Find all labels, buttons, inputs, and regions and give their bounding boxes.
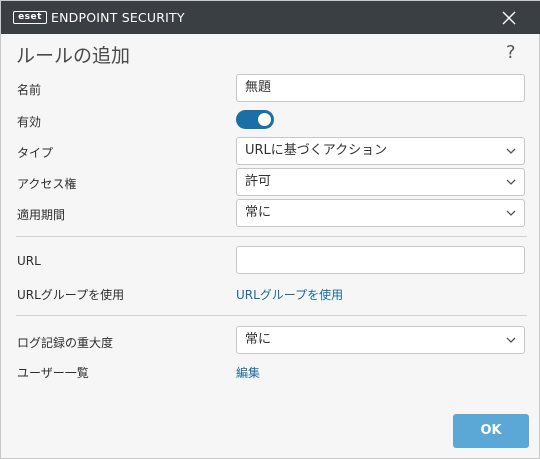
chevron-down-icon xyxy=(506,179,516,185)
enabled-toggle[interactable] xyxy=(236,110,274,129)
url-label: URL xyxy=(17,254,41,268)
log-severity-value: 常に xyxy=(245,332,272,347)
brand-name: ENDPOINT SECURITY xyxy=(51,10,185,25)
chevron-down-icon xyxy=(506,148,516,154)
user-list-edit-link[interactable]: 編集 xyxy=(236,364,260,381)
enabled-label: 有効 xyxy=(17,115,42,129)
type-select[interactable]: URLに基づくアクション xyxy=(236,137,525,165)
log-severity-select[interactable]: 常に xyxy=(236,326,525,354)
close-button[interactable] xyxy=(496,5,522,31)
ok-button[interactable]: OK xyxy=(453,414,529,448)
eset-logo: eset xyxy=(13,11,47,24)
period-select[interactable]: 常に xyxy=(236,199,525,227)
chevron-down-icon xyxy=(506,210,516,216)
period-label: 適用期間 xyxy=(17,208,66,222)
user-list-label: ユーザー一覧 xyxy=(17,366,89,380)
chevron-down-icon xyxy=(506,337,516,343)
type-label: タイプ xyxy=(17,146,54,160)
type-select-value: URLに基づくアクション xyxy=(245,143,388,158)
close-icon xyxy=(502,11,516,25)
name-label: 名前 xyxy=(17,83,42,97)
divider xyxy=(16,236,527,237)
access-label: アクセス権 xyxy=(17,177,77,191)
access-select-value: 許可 xyxy=(245,174,272,189)
divider xyxy=(16,315,527,316)
dialog-window: eset ENDPOINT SECURITY ルールの追加 ? 名前 無題 有効… xyxy=(0,0,540,459)
period-select-value: 常に xyxy=(245,205,272,220)
url-group-link[interactable]: URLグループを使用 xyxy=(236,286,343,303)
url-group-label: URLグループを使用 xyxy=(17,288,125,302)
log-severity-label: ログ記録の重大度 xyxy=(17,336,114,350)
help-icon[interactable]: ? xyxy=(506,42,516,63)
access-select[interactable]: 許可 xyxy=(236,168,525,196)
dialog-title: ルールの追加 xyxy=(16,45,131,67)
title-bar: eset ENDPOINT SECURITY xyxy=(1,1,540,34)
name-input[interactable]: 無題 xyxy=(236,74,525,102)
url-input[interactable] xyxy=(236,246,525,274)
toggle-knob xyxy=(258,113,271,126)
